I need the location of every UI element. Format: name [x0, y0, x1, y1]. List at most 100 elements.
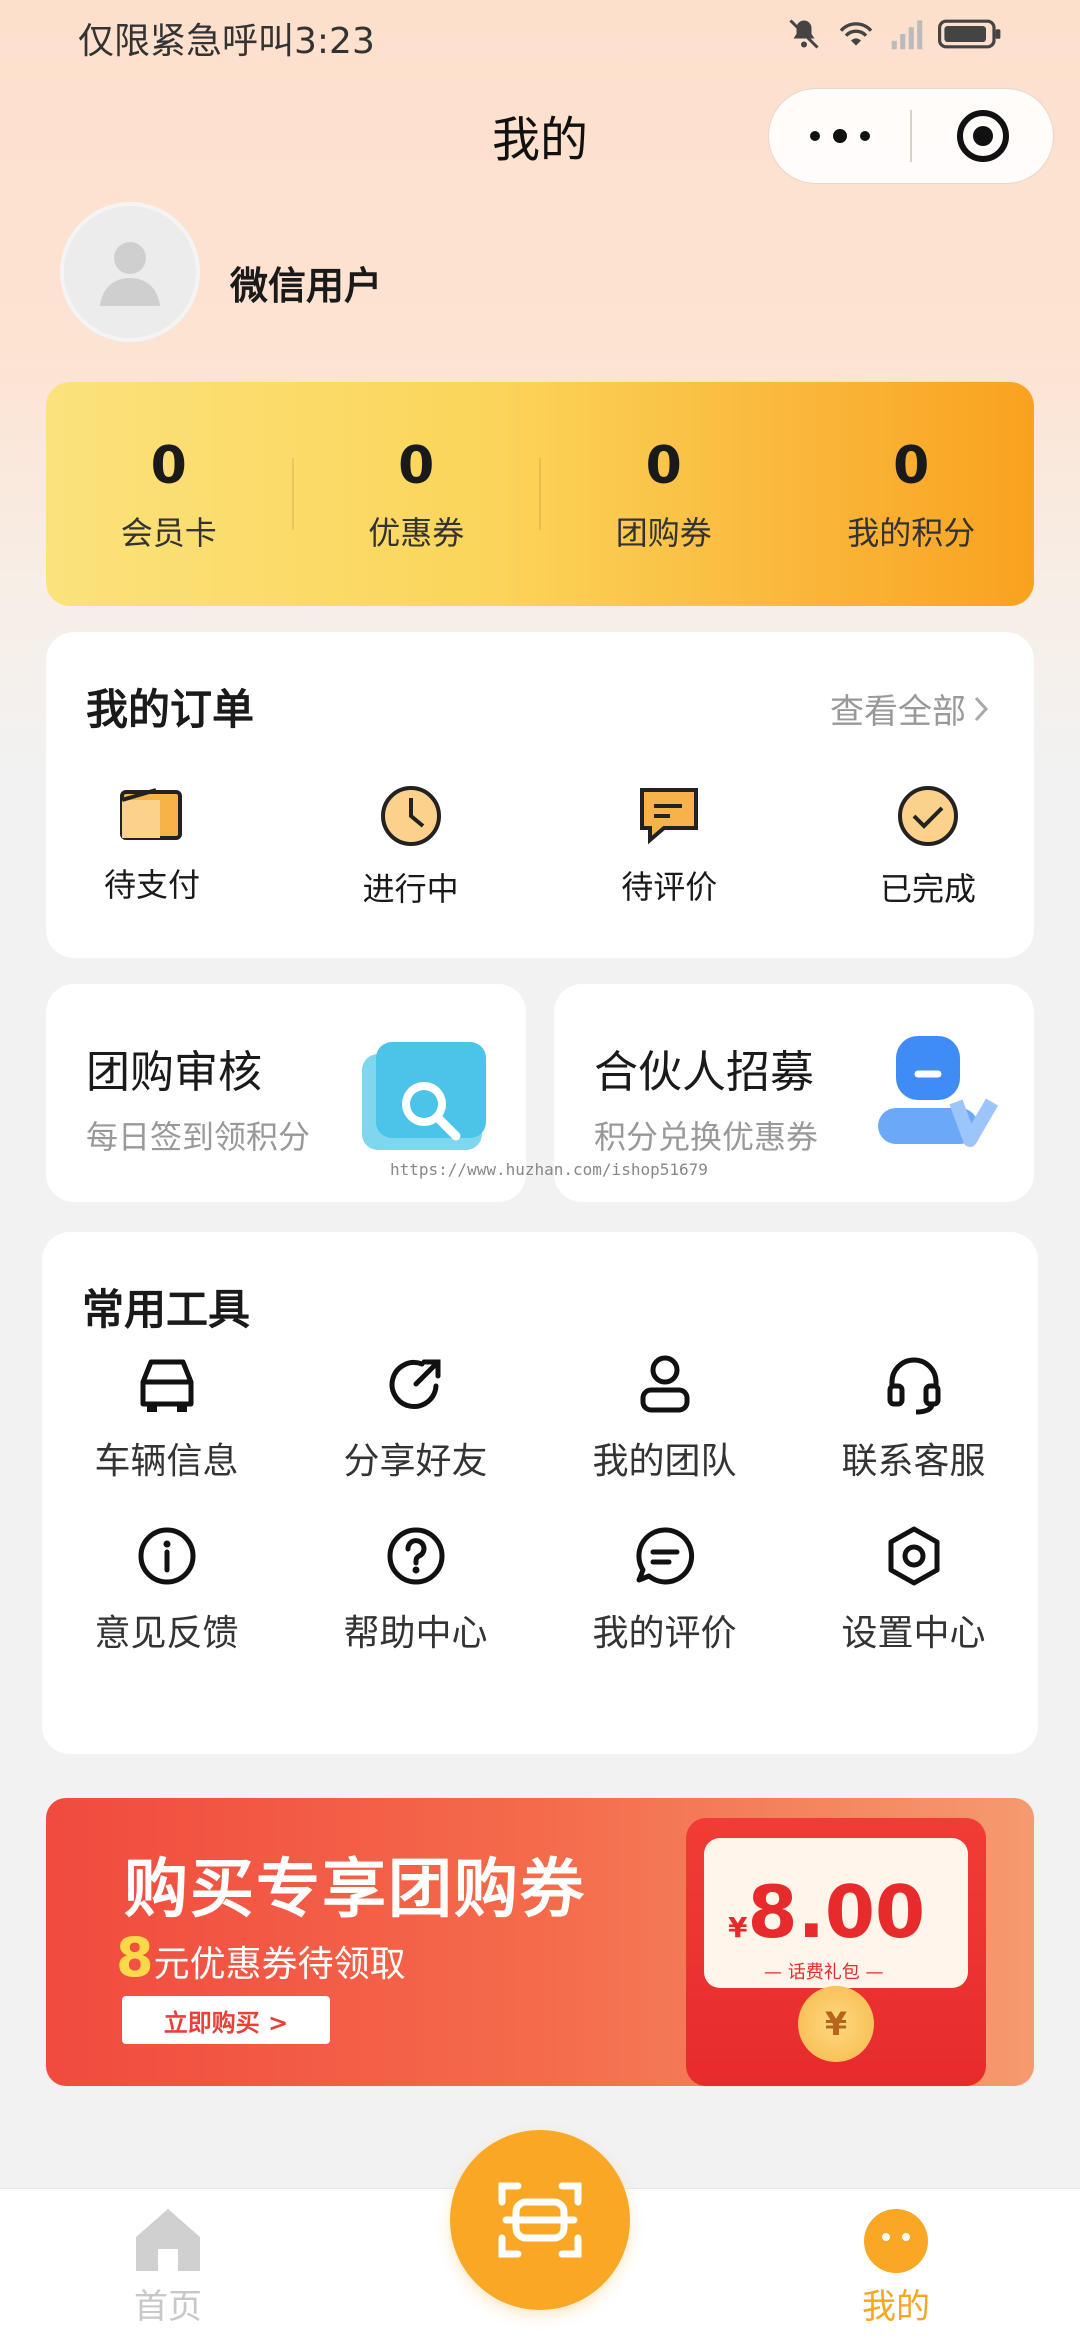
promo-title: 团购审核 — [86, 1047, 262, 1098]
signal-icon — [891, 20, 923, 50]
envelope-amount-value: 8.00 — [747, 1870, 926, 1954]
scan-button[interactable] — [450, 2130, 630, 2310]
wallet-icon — [120, 788, 182, 840]
promo-subtitle: 每日签到领积分 — [86, 1118, 311, 1156]
tool-share-friends[interactable]: 分享好友 — [291, 1352, 540, 1484]
order-pending-review[interactable]: 待评价 — [589, 782, 749, 910]
me-icon — [864, 2209, 928, 2273]
check-circle-icon — [897, 786, 958, 846]
orders-card: 我的订单 查看全部 待支付 进行中 待评价 已完成 — [46, 632, 1034, 958]
stat-member-card[interactable]: 0 会员卡 — [46, 434, 292, 554]
view-all-orders-link[interactable]: 查看全部 — [830, 684, 990, 733]
mute-bell-icon — [789, 19, 819, 49]
avatar[interactable] — [60, 202, 200, 342]
envelope-caption: — 话费礼包 — — [764, 1962, 884, 1983]
info-icon — [138, 1527, 195, 1585]
order-in-progress[interactable]: 进行中 — [331, 782, 491, 910]
tool-label: 车辆信息 — [94, 1441, 239, 1482]
tool-feedback[interactable]: 意见反馈 — [42, 1524, 291, 1656]
status-icons — [786, 16, 1002, 52]
tool-label: 帮助中心 — [343, 1613, 488, 1654]
tool-vehicle-info[interactable]: 车辆信息 — [42, 1352, 291, 1484]
tool-help-center[interactable]: 帮助中心 — [291, 1524, 540, 1656]
tools-card: 常用工具 车辆信息 分享好友 我的团队 联系客服 意见反馈 帮助中心 我的评价 — [42, 1232, 1038, 1754]
chat-icon — [635, 1527, 694, 1585]
tool-label: 我的团队 — [592, 1441, 737, 1482]
promo-banner[interactable]: 购买专享团购券 8元优惠券待领取 立即购买 > ¥8.00 — 话费礼包 — ¥ — [46, 1798, 1034, 2086]
chevron-right-icon — [974, 696, 989, 721]
order-label: 待支付 — [103, 866, 200, 904]
banner-subtitle: 8元优惠券待领取 — [116, 1926, 406, 1989]
home-icon — [136, 2209, 200, 2271]
stat-value: 0 — [398, 436, 435, 496]
tool-label: 分享好友 — [343, 1441, 488, 1482]
username[interactable]: 微信用户 — [230, 255, 382, 310]
stat-label: 我的积分 — [847, 514, 976, 552]
headset-icon — [887, 1357, 940, 1415]
tab-me-label: 我的 — [862, 2287, 930, 2327]
stat-value: 0 — [645, 436, 682, 496]
close-button[interactable] — [912, 89, 1053, 183]
banner-amount: 8 — [116, 1926, 154, 1989]
stats-card: 0 会员卡 0 优惠券 0 团购券 0 我的积分 — [46, 382, 1034, 606]
partner-user-icon — [878, 1036, 999, 1147]
tool-label: 设置中心 — [841, 1613, 986, 1654]
envelope-card: ¥8.00 — 话费礼包 — — [704, 1838, 968, 1988]
order-label: 已完成 — [879, 870, 976, 908]
settings-icon — [888, 1526, 939, 1586]
promo-title: 合伙人招募 — [594, 1047, 814, 1098]
comment-icon — [640, 788, 699, 845]
clock-icon — [380, 786, 441, 846]
search-card-icon — [362, 1042, 486, 1150]
battery-icon — [938, 19, 1001, 49]
envelope-yen: ¥ — [728, 1911, 748, 1944]
stat-label: 团购券 — [615, 514, 712, 552]
order-label: 进行中 — [362, 870, 459, 908]
more-icon — [809, 129, 870, 143]
red-envelope: ¥8.00 — 话费礼包 — ¥ — [686, 1818, 986, 2086]
more-button[interactable] — [769, 89, 910, 183]
mini-program-capsule — [768, 88, 1054, 184]
banner-subtitle-text: 元优惠券待领取 — [153, 1944, 406, 1985]
buy-now-button[interactable]: 立即购买 > — [122, 1996, 330, 2044]
help-icon — [387, 1527, 444, 1585]
tools-grid: 车辆信息 分享好友 我的团队 联系客服 意见反馈 帮助中心 我的评价 设置中心 — [42, 1352, 1038, 1656]
stat-label: 优惠券 — [368, 514, 465, 552]
order-status-row: 待支付 进行中 待评价 已完成 — [46, 782, 1034, 910]
tool-my-reviews[interactable]: 我的评价 — [540, 1524, 789, 1656]
tab-home-label: 首页 — [134, 2287, 202, 2327]
wifi-icon — [839, 22, 873, 46]
order-label: 待评价 — [621, 868, 718, 906]
tool-settings[interactable]: 设置中心 — [789, 1524, 1038, 1656]
tool-label: 我的评价 — [592, 1613, 737, 1654]
stat-label: 会员卡 — [120, 514, 217, 552]
orders-title: 我的订单 — [86, 685, 255, 734]
user-icon — [640, 1355, 689, 1413]
view-all-label: 查看全部 — [830, 692, 966, 732]
share-icon — [389, 1359, 440, 1409]
stat-group-coupons[interactable]: 0 团购券 — [541, 434, 787, 554]
watermark: https://www.huzhan.com/ishop51679 — [390, 1160, 708, 1179]
tool-label: 联系客服 — [841, 1441, 986, 1482]
promo-subtitle: 积分兑换优惠券 — [594, 1118, 819, 1156]
target-icon — [956, 110, 1009, 162]
default-avatar-icon — [100, 242, 160, 306]
order-pending-payment[interactable]: 待支付 — [72, 782, 232, 910]
stat-value: 0 — [150, 436, 187, 496]
status-bar: 仅限紧急呼叫3:23 — [0, 0, 1080, 72]
tool-contact-service[interactable]: 联系客服 — [789, 1352, 1038, 1484]
status-text: 仅限紧急呼叫3:23 — [78, 21, 375, 62]
scan-icon — [498, 2182, 582, 2258]
stat-value: 0 — [893, 436, 930, 496]
tab-me[interactable]: 我的 — [858, 2203, 934, 2328]
envelope-amount: ¥8.00 — [728, 1870, 925, 1954]
tool-my-team[interactable]: 我的团队 — [540, 1352, 789, 1484]
car-icon — [140, 1359, 193, 1412]
stat-points[interactable]: 0 我的积分 — [789, 434, 1035, 554]
stat-coupons[interactable]: 0 优惠券 — [294, 434, 540, 554]
order-completed[interactable]: 已完成 — [848, 782, 1008, 910]
tools-title: 常用工具 — [82, 1285, 251, 1334]
tool-label: 意见反馈 — [94, 1613, 239, 1654]
tab-home[interactable]: 首页 — [130, 2203, 206, 2328]
coin: ¥ — [798, 1986, 874, 2062]
